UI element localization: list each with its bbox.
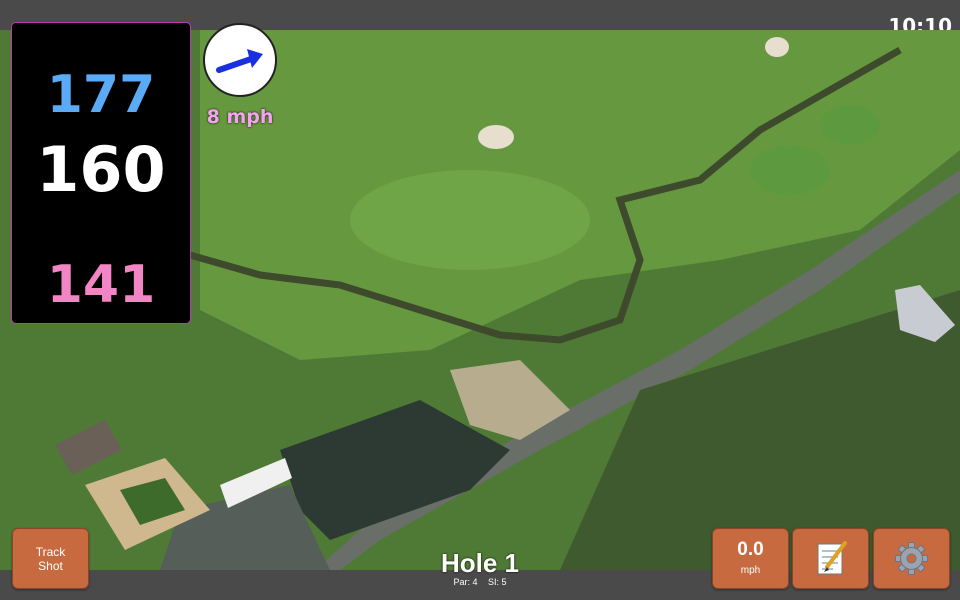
speed-unit: mph (740, 565, 761, 576)
notepad-icon (817, 541, 847, 575)
settings-button[interactable] (873, 528, 950, 589)
hole-title: Hole 1 (440, 548, 520, 578)
hole-stroke-index: SI: 5 (488, 577, 507, 587)
gear-icon (895, 542, 928, 575)
bunker-2 (765, 37, 789, 57)
bunker (478, 125, 514, 149)
speed-button[interactable]: 0.0 mph (712, 528, 789, 589)
green-area (350, 170, 590, 270)
hole-par: Par: 4 (453, 577, 478, 587)
front-distance: 141 (46, 255, 156, 315)
hole-info: Par: 4 SI: 5 (380, 577, 580, 587)
wind-speed: 8 mph (206, 106, 274, 128)
center-distance: 160 (36, 133, 166, 206)
green-area-2 (750, 145, 830, 195)
wind-direction-arrow-icon (216, 49, 263, 73)
speed-value: 0.0 (737, 539, 764, 560)
distance-panel: 177 160 141 (11, 22, 191, 324)
green-area-3 (820, 105, 880, 145)
track-shot-button[interactable]: Track Shot (12, 528, 89, 589)
back-distance: 177 (46, 65, 156, 125)
track-shot-label-line1: Track (35, 544, 66, 559)
track-shot-label-line2: Shot (38, 558, 63, 573)
wind-dial (203, 23, 277, 97)
notes-button[interactable] (792, 528, 869, 589)
